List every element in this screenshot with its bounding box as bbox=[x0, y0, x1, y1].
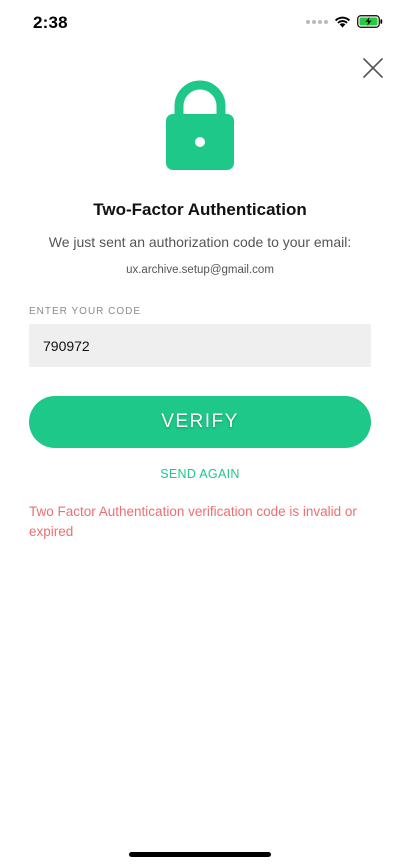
subtitle-text: We just sent an authorization code to yo… bbox=[48, 234, 352, 250]
send-again-link[interactable]: SEND AGAIN bbox=[0, 467, 400, 481]
status-time: 2:38 bbox=[33, 13, 68, 32]
close-button[interactable] bbox=[362, 57, 384, 79]
page-title: Two-Factor Authentication bbox=[93, 200, 307, 219]
error-message: Two Factor Authentication verification c… bbox=[29, 504, 357, 539]
status-icons bbox=[306, 15, 383, 28]
battery-charging-icon bbox=[357, 15, 383, 28]
close-icon bbox=[363, 58, 383, 78]
verify-button[interactable]: VERIFY bbox=[29, 396, 371, 448]
status-bar: 2:38 bbox=[0, 0, 400, 46]
signal-icon bbox=[306, 19, 328, 24]
code-field-label: ENTER YOUR CODE bbox=[29, 306, 142, 317]
code-input[interactable] bbox=[29, 324, 371, 367]
two-factor-screen: 2:38 Two-Factor Authentication We just s… bbox=[0, 0, 400, 866]
wifi-icon bbox=[334, 16, 351, 28]
home-indicator bbox=[129, 852, 271, 857]
email-address: ux.archive.setup@gmail.com bbox=[126, 264, 274, 276]
lock-icon bbox=[166, 80, 234, 170]
